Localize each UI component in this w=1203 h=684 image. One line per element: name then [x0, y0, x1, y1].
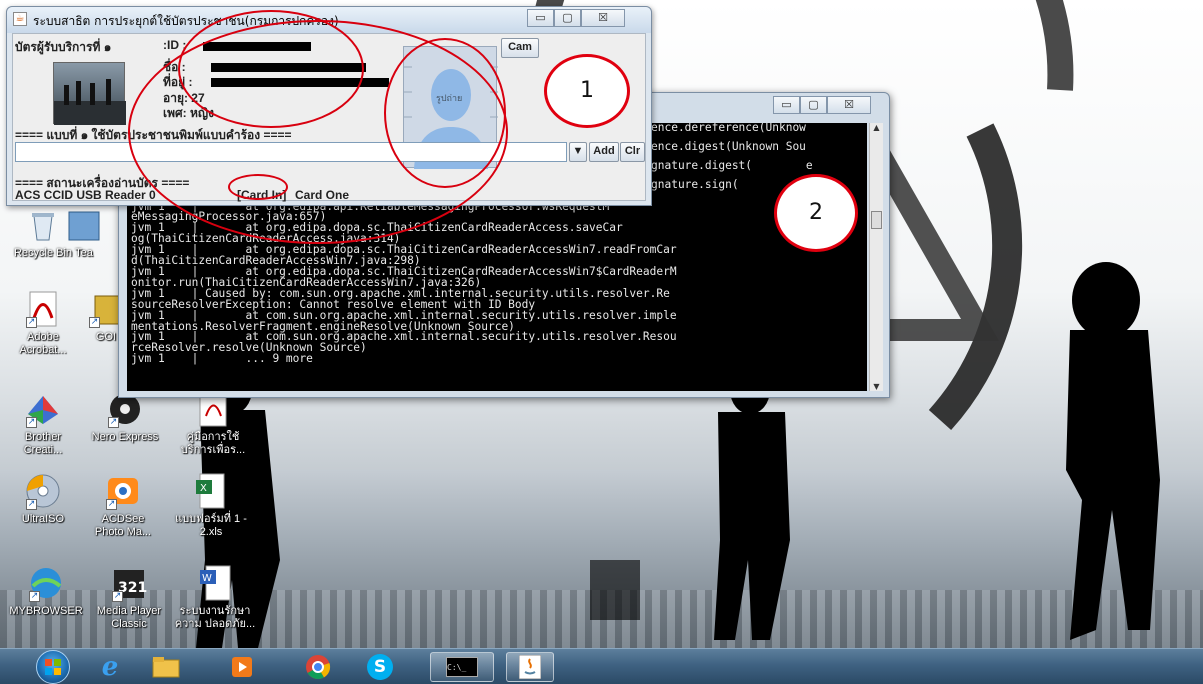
desktop-icon-adobe-acrobat[interactable]: ↗ Adobe Acrobat... [6, 290, 80, 357]
ultraiso-icon: ↗ [24, 472, 62, 510]
desktop-icon-mybrowser[interactable]: ↗ MYBROWSER [4, 564, 88, 618]
cmd-icon: C:\_ [446, 657, 478, 677]
scroll-thumb[interactable] [871, 211, 882, 229]
browser-icon: ↗ [27, 564, 65, 602]
desktop-icon-manual-pdf[interactable]: คู่มือการใช้ บริการเพื่อร... [172, 390, 254, 457]
annotation-ellipse-large [128, 20, 508, 244]
desktop-icon-media-player-classic[interactable]: 321 ↗ Media Player Classic [88, 564, 170, 631]
cam-button[interactable]: Cam [501, 38, 539, 58]
annotation-badge-1: 1 [544, 54, 630, 128]
skype-icon: S [367, 654, 393, 680]
annotation-badge-2: 2 [774, 174, 858, 252]
taskbar-skype[interactable]: S [356, 652, 404, 682]
console-scrollbar[interactable]: ▲ ▼ [869, 123, 883, 391]
taskbar-internet-explorer[interactable]: e [86, 652, 134, 682]
chrome-icon [306, 655, 331, 680]
annotation-ellipse-card-in [228, 174, 288, 200]
start-button[interactable] [36, 650, 70, 684]
taskbar-media[interactable] [218, 652, 266, 682]
desktop-icon-word-doc[interactable]: W ระบบงานรักษาความ ปลอดภัย... [172, 564, 258, 631]
taskbar-java[interactable] [506, 652, 554, 682]
console-maximize-button[interactable]: ▢ [800, 96, 827, 114]
app-window-controls: ▭ ▢ ☒ [527, 9, 625, 27]
brother-icon: ↗ [24, 390, 62, 428]
java-icon [519, 655, 541, 679]
desktop-icon-tea[interactable]: Tea [64, 206, 104, 260]
dropdown-button[interactable]: ▼ [569, 142, 587, 162]
desktop-icon-brother[interactable]: ↗ Brother Creati... [6, 390, 80, 457]
app-maximize-button[interactable]: ▢ [554, 9, 581, 27]
ie-icon: e [101, 652, 119, 682]
svg-text:W: W [202, 573, 212, 584]
desktop-icon-excel-form[interactable]: X แบบฟอร์มที่ 1 - 2.xls [170, 472, 252, 539]
windows-logo-icon [45, 659, 61, 675]
taskbar-cmd[interactable]: C:\_ [430, 652, 494, 682]
card-holder-heading: บัตรผู้รับบริการที่ ๑ [15, 40, 112, 54]
scroll-up-arrow-icon[interactable]: ▲ [870, 123, 883, 132]
desktop-icon-ultraiso[interactable]: ↗ UltraISO [6, 472, 80, 526]
app-close-button[interactable]: ☒ [581, 9, 625, 27]
taskbar-chrome[interactable] [294, 652, 342, 682]
console-close-button[interactable]: ☒ [827, 96, 871, 114]
media-icon [232, 657, 252, 677]
desktop-icon-acdsee[interactable]: ↗ ACDSee Photo Ma... [86, 472, 160, 539]
reader-name: ACS CCID USB Reader 0 [15, 188, 156, 202]
taskbar: e S C:\_ [0, 648, 1203, 684]
clr-button[interactable]: Clr [620, 142, 645, 162]
word-file-icon: W [196, 564, 234, 602]
java-app-icon: ☕ [13, 12, 27, 26]
media-player-icon: 321 ↗ [110, 564, 148, 602]
desktop-icon-nero-express[interactable]: ↗ Nero Express [88, 390, 162, 444]
scroll-down-arrow-icon[interactable]: ▼ [870, 382, 883, 391]
recycle-bin-icon [24, 206, 62, 244]
excel-file-icon: X [192, 472, 230, 510]
console-minimize-button[interactable]: ▭ [773, 96, 800, 114]
console-window-controls: ▭ ▢ ☒ [773, 96, 871, 114]
acdsee-icon: ↗ [104, 472, 142, 510]
add-button[interactable]: Add [589, 142, 619, 162]
app-minimize-button[interactable]: ▭ [527, 9, 554, 27]
svg-text:X: X [200, 483, 207, 494]
console-line: jvm 1 | ... 9 more [131, 352, 313, 366]
app-icon [65, 206, 103, 244]
card-photo-thumbnail [53, 62, 126, 125]
folder-icon [152, 657, 180, 678]
taskbar-file-explorer[interactable] [142, 652, 190, 682]
adobe-acrobat-icon: ↗ [24, 290, 62, 328]
